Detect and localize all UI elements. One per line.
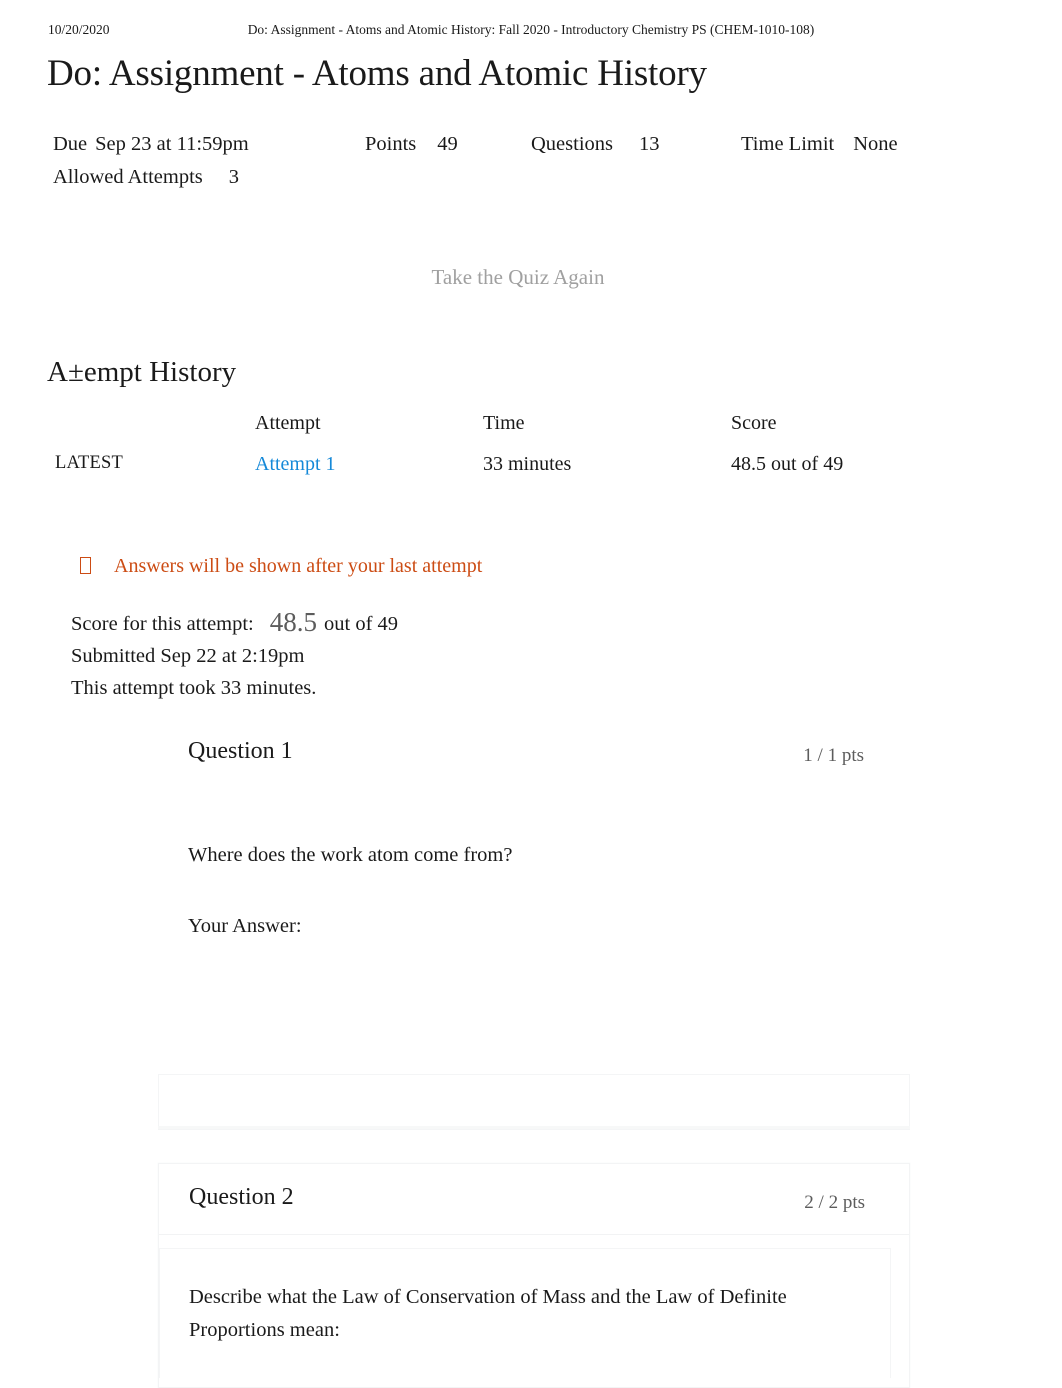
attempt-history-heading: A±empt History (47, 356, 237, 388)
attempt-link[interactable]: Attempt 1 (255, 453, 336, 476)
quiz-meta-questions: Questions 13 (531, 128, 741, 161)
page-title: Do: Assignment - Atoms and Atomic Histor… (47, 53, 707, 94)
score-value: 48.5 (269, 607, 317, 637)
question-2-body: Describe what the Law of Conservation of… (159, 1235, 909, 1387)
question-2-points: 2 / 2 pts (804, 1192, 865, 1213)
duration-line: This attempt took 33 minutes. (71, 677, 317, 699)
answer-box-remnant (158, 1074, 910, 1130)
question-block-1: Question 1 1 / 1 pts Where does the work… (158, 723, 908, 943)
question-2-header: Question 2 2 / 2 pts (159, 1164, 909, 1234)
column-header-time: Time (483, 412, 525, 434)
question-1-body: Where does the work atom come from? Your… (158, 789, 908, 943)
quiz-meta-due: Due Sep 23 at 11:59pm (53, 128, 365, 161)
print-document-title: Do: Assignment - Atoms and Atomic Histor… (247, 22, 815, 37)
answers-notice-text: Answers will be shown after your last at… (114, 555, 483, 577)
due-label: Due (53, 133, 88, 155)
attempt-time: 33 minutes (483, 453, 572, 475)
table-row: LATEST Attempt 1 33 minutes 48.5 out of … (0, 453, 1000, 494)
time-limit-value: None (853, 133, 898, 155)
quiz-meta-points: Points 49 (365, 128, 531, 161)
question-2-text: Describe what the Law of Conservation of… (189, 1286, 787, 1341)
question-block-2: Question 2 2 / 2 pts Describe what the L… (158, 1163, 910, 1388)
print-header: 10/20/2020 Do: Assignment - Atoms and At… (0, 22, 1062, 42)
quiz-meta-row-2: Allowed Attempts 3 (53, 161, 953, 194)
quiz-meta-time-limit: Time Limit None (741, 128, 898, 161)
points-value: 49 (437, 133, 458, 155)
points-label: Points (365, 133, 417, 155)
take-quiz-again-button[interactable]: Take the Quiz Again (0, 265, 1036, 290)
column-header-score: Score (731, 412, 777, 434)
answers-notice: Answers will be shown after your last at… (80, 555, 482, 578)
due-value: Sep 23 at 11:59pm (95, 133, 249, 155)
quiz-meta-row-1: Due Sep 23 at 11:59pm Points 49 Questions 13 T… (53, 128, 953, 161)
quiz-meta: Due Sep 23 at 11:59pm Points 49 Questions 13 T… (53, 128, 953, 194)
attempt-score: 48.5 out of 49 (731, 453, 844, 475)
allowed-attempts-value: 3 (228, 166, 240, 188)
score-out-of: out of 49 (324, 613, 399, 635)
question-1-name: Question 1 (188, 738, 293, 764)
answer-box-shadow (158, 1126, 910, 1129)
question-1-text: Where does the work atom come from? (188, 844, 513, 866)
attempt-history-table: Attempt Time Score LATEST Attempt 1 33 m… (0, 412, 1000, 494)
time-limit-label: Time Limit (741, 133, 835, 155)
question-1-your-answer-label: Your Answer: (188, 915, 302, 937)
questions-value: 13 (639, 133, 660, 155)
table-header-row: Attempt Time Score (0, 412, 1000, 453)
attempt-latest-marker: LATEST (55, 453, 124, 473)
question-1-points: 1 / 1 pts (803, 745, 864, 766)
column-header-attempt: Attempt (255, 412, 321, 434)
quiz-meta-allowed-attempts: Allowed Attempts 3 (53, 161, 239, 194)
allowed-attempts-label: Allowed Attempts (53, 166, 203, 188)
score-line: Score for this attempt: 48.5 out of 49 (71, 606, 398, 640)
info-circle-icon (80, 557, 91, 574)
questions-label: Questions (531, 133, 613, 155)
submitted-line: Submitted Sep 22 at 2:19pm (71, 645, 305, 667)
question-2-name: Question 2 (189, 1184, 294, 1210)
score-label: Score for this attempt: (71, 613, 254, 635)
question-1-header: Question 1 1 / 1 pts (158, 723, 908, 789)
attempt-score-block: Score for this attempt: 48.5 out of 49 Sub… (71, 606, 398, 704)
